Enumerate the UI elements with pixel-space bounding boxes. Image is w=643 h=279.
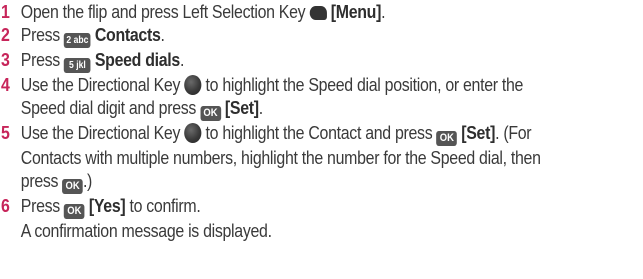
step-text: Speed dial digit and press (20, 97, 201, 118)
step-text: Press (20, 195, 65, 216)
step-number: 1 (1, 1, 10, 22)
speed-dials-label: Speed dials (94, 49, 180, 70)
ok-key-icon: OK (62, 179, 83, 194)
step-text: . (160, 24, 165, 45)
left-selection-key-icon (309, 6, 327, 20)
set-label: [Set] (224, 97, 259, 118)
step-text: to confirm. (125, 195, 201, 216)
step-number: 4 (1, 74, 10, 95)
key-5-icon: 5 jkl (64, 58, 91, 73)
menu-label: [Menu] (330, 1, 382, 22)
step-text: to highlight the Contact and press (201, 122, 437, 143)
step-2: 2 Press 2 abc Contacts. (1, 23, 643, 48)
step-text: .) (82, 170, 93, 191)
step-number: 5 (1, 122, 10, 143)
step-text: to highlight the Speed dial position, or… (201, 74, 524, 95)
key-2-icon: 2 abc (64, 33, 91, 48)
ok-key-icon: OK (436, 131, 458, 146)
instruction-steps: 1 Open the flip and press Left Selection… (1, 0, 641, 242)
step-3: 3 Press 5 jkl Speed dials. (1, 48, 643, 73)
ok-key-icon: OK (64, 204, 85, 219)
step-5: 5 Use the Directional Key to highlight t… (1, 121, 643, 194)
step-text: Use the Directional Key (20, 74, 185, 95)
set-label: [Set] (461, 122, 496, 143)
step-1: 1 Open the flip and press Left Selection… (1, 0, 643, 23)
step-text: press (20, 170, 63, 191)
contacts-label: Contacts (94, 24, 161, 45)
step-text: . (For (495, 122, 532, 143)
step-number: 6 (1, 195, 10, 216)
step-number: 3 (1, 49, 10, 70)
step-text: Open the flip and press Left Selection K… (20, 1, 310, 22)
step-text: . (381, 1, 386, 22)
step-text: Press (20, 24, 65, 45)
step-text: Press (20, 49, 65, 70)
step-text: . (258, 97, 263, 118)
directional-key-icon (184, 75, 202, 95)
step-text: Use the Directional Key (20, 122, 185, 143)
yes-label: [Yes] (88, 195, 126, 216)
confirmation-note: A confirmation message is displayed. (20, 220, 272, 241)
step-text: . (179, 49, 185, 70)
step-text: Contacts with multiple numbers, highligh… (20, 147, 541, 168)
ok-key-icon: OK (200, 106, 221, 121)
step-4: 4 Use the Directional Key to highlight t… (1, 73, 643, 121)
directional-key-icon (184, 123, 202, 143)
step-number: 2 (1, 24, 10, 45)
step-6: 6 Press OK [Yes] to confirm. A confirmat… (1, 194, 643, 242)
